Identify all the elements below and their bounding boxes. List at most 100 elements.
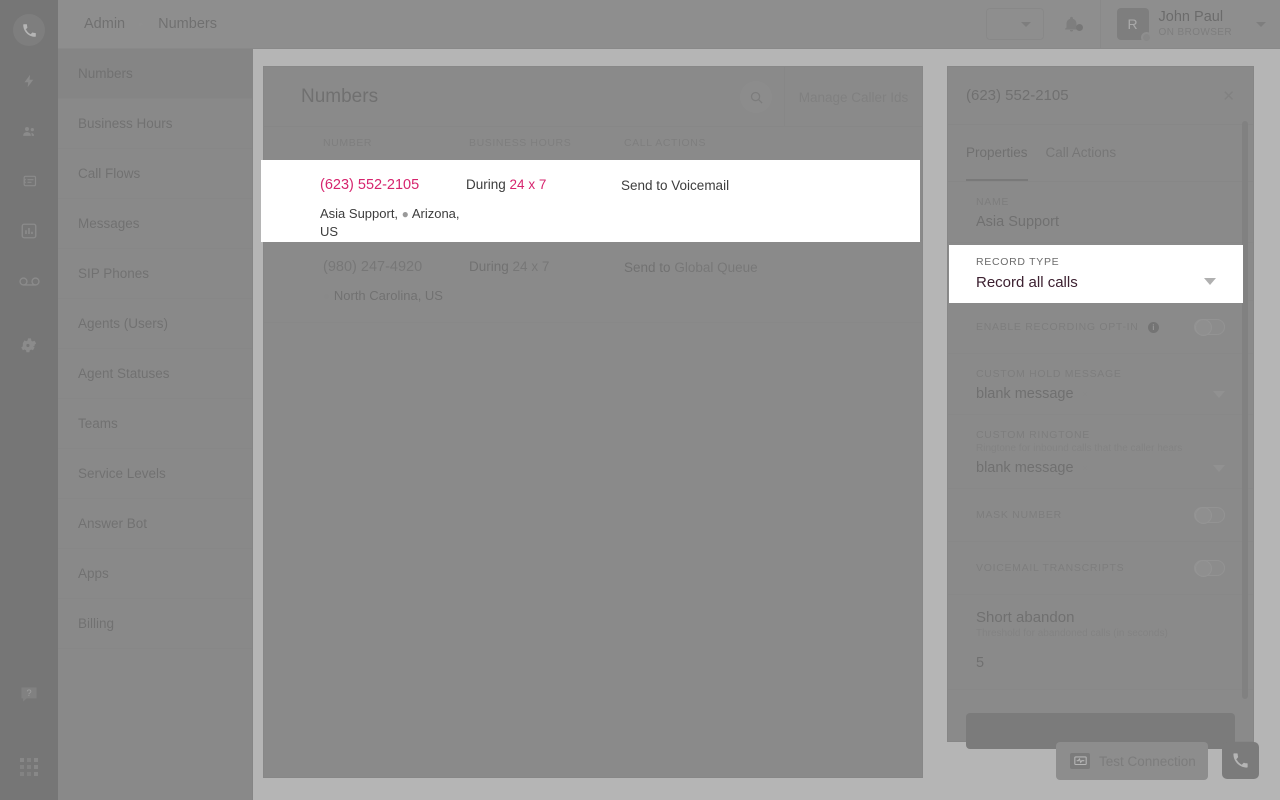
drawer-title: (623) 552-2105	[966, 87, 1069, 104]
field-short-abandon[interactable]: Short abandon Threshold for abandoned ca…	[948, 595, 1253, 690]
sidebar-item-teams[interactable]: Teams	[58, 399, 252, 449]
field-label: RECORD TYPE	[976, 256, 1216, 268]
sidebar-item-agents[interactable]: Agents (Users)	[58, 299, 252, 349]
breadcrumb-item-numbers[interactable]: Numbers	[158, 16, 217, 32]
action-prefix: Send to	[624, 260, 671, 275]
people-icon[interactable]	[14, 116, 44, 146]
field-name[interactable]: NAME Asia Support	[948, 182, 1253, 243]
number-subtitle: Asia Support, ● Arizona, US	[320, 205, 466, 241]
sidebar-item-billing[interactable]: Billing	[58, 599, 252, 649]
sidebar-item-label: Service Levels	[78, 466, 166, 481]
business-hours-cell: During 24 x 7	[469, 259, 624, 304]
monitor-icon	[999, 16, 1017, 32]
number-subtitle: ● North Carolina, US	[323, 287, 469, 305]
sidebar-item-business-hours[interactable]: Business Hours	[58, 99, 252, 149]
field-value-text: blank message	[976, 386, 1074, 402]
number-owner: Asia Support,	[320, 206, 398, 221]
voicemail-icon[interactable]	[14, 266, 44, 296]
clear-icon[interactable]: ×	[1082, 387, 1089, 401]
breadcrumb-separator-icon: ▸	[139, 19, 144, 30]
user-name: John Paul	[1159, 10, 1232, 26]
field-value[interactable]: 5	[976, 655, 1225, 671]
sidebar-item-messages[interactable]: Messages	[58, 199, 252, 249]
number-detail-drawer: (623) 552-2105 ✕ Properties Call Actions…	[947, 66, 1254, 742]
chevron-down-icon	[1213, 391, 1225, 398]
sidebar-item-label: Messages	[78, 216, 140, 231]
chevron-down-icon	[1213, 465, 1225, 472]
hours-value[interactable]: 24 x 7	[510, 177, 547, 192]
drawer-scrollbar[interactable]	[1242, 121, 1248, 699]
phone-icon[interactable]	[13, 14, 45, 46]
sidebar-item-numbers[interactable]: Numbers	[58, 49, 252, 99]
sidebar-item-service-levels[interactable]: Service Levels	[58, 449, 252, 499]
svg-text:?: ?	[26, 688, 31, 698]
number-location: North Carolina, US	[334, 288, 443, 303]
application: ? Admin ▸ Numbers	[0, 0, 1280, 800]
sidebar-item-sip-phones[interactable]: SIP Phones	[58, 249, 252, 299]
toggle-recording-opt-in[interactable]	[1194, 319, 1225, 335]
number-link[interactable]: (980) 247-4920	[323, 259, 469, 275]
close-icon[interactable]: ✕	[1222, 87, 1235, 105]
gear-icon[interactable]	[14, 330, 44, 360]
search-icon[interactable]	[740, 81, 772, 113]
connection-monitor-icon	[1070, 753, 1090, 769]
toggle-voicemail-transcripts[interactable]	[1194, 560, 1225, 576]
page-title: Numbers	[264, 86, 378, 108]
icon-rail: ?	[0, 0, 58, 800]
highlighted-record-type-field[interactable]: RECORD TYPE Record all calls	[949, 245, 1243, 303]
highlighted-table-row[interactable]: (623) 552-2105 Asia Support, ● Arizona, …	[261, 160, 920, 242]
sidebar-item-agent-statuses[interactable]: Agent Statuses	[58, 349, 252, 399]
field-hint: Threshold for abandoned calls (in second…	[976, 628, 1225, 639]
field-value: blank message ×	[976, 460, 1225, 476]
apps-grid-icon[interactable]	[14, 752, 44, 782]
sidebar-item-label: Business Hours	[78, 116, 173, 131]
call-actions-cell: Send to Voicemail	[621, 177, 920, 241]
notifications-button[interactable]	[1044, 15, 1100, 34]
device-selector[interactable]	[986, 8, 1044, 40]
list-icon[interactable]	[14, 166, 44, 196]
field-value: Asia Support	[976, 214, 1225, 230]
breadcrumb: Admin ▸ Numbers	[58, 16, 217, 32]
top-bar-actions: R John Paul ON BROWSER	[986, 0, 1280, 48]
toggle-mask-number[interactable]	[1194, 507, 1225, 523]
manage-caller-ids-button[interactable]: Manage Caller Ids	[784, 67, 922, 127]
field-label-text: ENABLE RECORDING OPT-IN	[976, 321, 1139, 333]
sidebar-nav: Numbers Business Hours Call Flows Messag…	[58, 49, 253, 800]
bar-chart-icon[interactable]	[14, 216, 44, 246]
sidebar-item-label: Numbers	[78, 66, 133, 81]
bolt-icon[interactable]	[14, 66, 44, 96]
column-header-business-hours: BUSINESS HOURS	[469, 137, 624, 149]
notification-badge	[1076, 24, 1083, 31]
tab-call-actions[interactable]: Call Actions	[1046, 125, 1117, 181]
test-connection-button[interactable]: Test Connection	[1056, 742, 1208, 780]
field-enable-recording-opt-in[interactable]: ENABLE RECORDING OPT-IN i	[948, 301, 1253, 354]
field-custom-ringtone[interactable]: CUSTOM RINGTONE Ringtone for inbound cal…	[948, 415, 1253, 489]
sidebar-item-answer-bot[interactable]: Answer Bot	[58, 499, 252, 549]
sidebar-item-label: Agent Statuses	[78, 366, 170, 381]
tab-properties[interactable]: Properties	[966, 125, 1028, 181]
sidebar-item-label: Teams	[78, 416, 118, 431]
clear-icon[interactable]: ×	[1082, 461, 1089, 475]
hours-value[interactable]: 24 x 7	[513, 259, 550, 274]
number-link[interactable]: (623) 552-2105	[320, 177, 466, 193]
call-button[interactable]	[1222, 742, 1259, 779]
sidebar-item-label: Billing	[78, 616, 114, 631]
chevron-down-icon	[1021, 22, 1031, 27]
help-icon[interactable]: ?	[14, 680, 44, 710]
user-menu[interactable]: R John Paul ON BROWSER	[1101, 8, 1280, 40]
drawer-tabs: Properties Call Actions	[948, 125, 1253, 182]
phone-icon	[1232, 752, 1249, 769]
sidebar-item-apps[interactable]: Apps	[58, 549, 252, 599]
field-label: MASK NUMBER	[976, 509, 1194, 521]
field-mask-number[interactable]: MASK NUMBER	[948, 489, 1253, 542]
hours-prefix: During	[466, 177, 506, 192]
field-custom-hold-message[interactable]: CUSTOM HOLD MESSAGE blank message ×	[948, 354, 1253, 415]
breadcrumb-item-admin[interactable]: Admin	[84, 16, 125, 32]
sidebar-item-call-flows[interactable]: Call Flows	[58, 149, 252, 199]
info-icon[interactable]: i	[1148, 322, 1159, 333]
action-target-link[interactable]: Global Queue	[674, 260, 757, 275]
avatar-initial: R	[1127, 16, 1137, 32]
map-pin-icon: ●	[402, 206, 409, 223]
field-hint: Ringtone for inbound calls that the call…	[976, 443, 1225, 454]
field-voicemail-transcripts[interactable]: VOICEMAIL TRANSCRIPTS	[948, 542, 1253, 595]
